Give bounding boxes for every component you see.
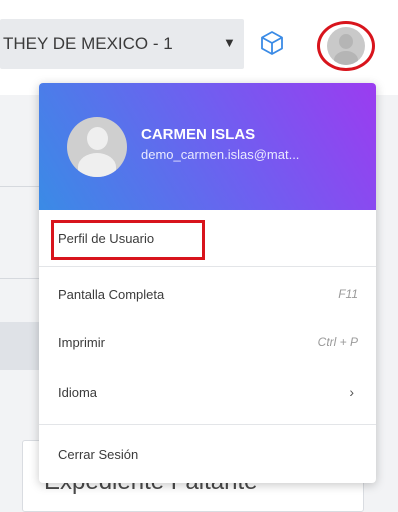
chevron-down-icon[interactable]: ▼ <box>223 35 236 50</box>
top-bar: THEY DE MEXICO - 1 ▼ <box>0 0 398 95</box>
user-menu-header: CARMEN ISLAS demo_carmen.islas@mat... <box>39 83 376 210</box>
menu-item-cerrar-sesion[interactable]: Cerrar Sesión <box>39 432 376 476</box>
company-select[interactable]: THEY DE MEXICO - 1 ▼ <box>0 19 244 69</box>
company-select-value: THEY DE MEXICO - 1 <box>3 34 173 53</box>
chevron-right-icon: › <box>349 384 354 400</box>
user-menu-dropdown: CARMEN ISLAS demo_carmen.islas@mat... Pe… <box>39 83 376 483</box>
user-name: CARMEN ISLAS <box>141 126 256 143</box>
menu-item-idioma[interactable]: Idioma › <box>39 370 376 414</box>
menu-item-imprimir[interactable]: Imprimir Ctrl + P <box>39 320 376 364</box>
background-band <box>0 322 40 370</box>
menu-divider <box>39 266 376 267</box>
menu-item-label: Pantalla Completa <box>58 286 165 302</box>
background-divider <box>0 278 40 279</box>
highlight-annotation <box>51 220 205 260</box>
background-divider <box>0 186 40 187</box>
menu-divider <box>39 424 376 425</box>
menu-item-pantalla-completa[interactable]: Pantalla Completa F11 <box>39 272 376 316</box>
shortcut-label: Ctrl + P <box>317 335 358 349</box>
menu-item-label: Imprimir <box>58 334 105 350</box>
menu-item-label: Idioma <box>58 384 98 400</box>
avatar-icon <box>327 27 365 65</box>
shortcut-label: F11 <box>338 287 358 301</box>
user-avatar-icon <box>67 117 127 177</box>
user-avatar-button[interactable] <box>317 21 375 71</box>
user-email: demo_carmen.islas@mat... <box>141 147 300 162</box>
cube-icon[interactable] <box>259 30 285 56</box>
menu-item-label: Cerrar Sesión <box>58 446 139 462</box>
